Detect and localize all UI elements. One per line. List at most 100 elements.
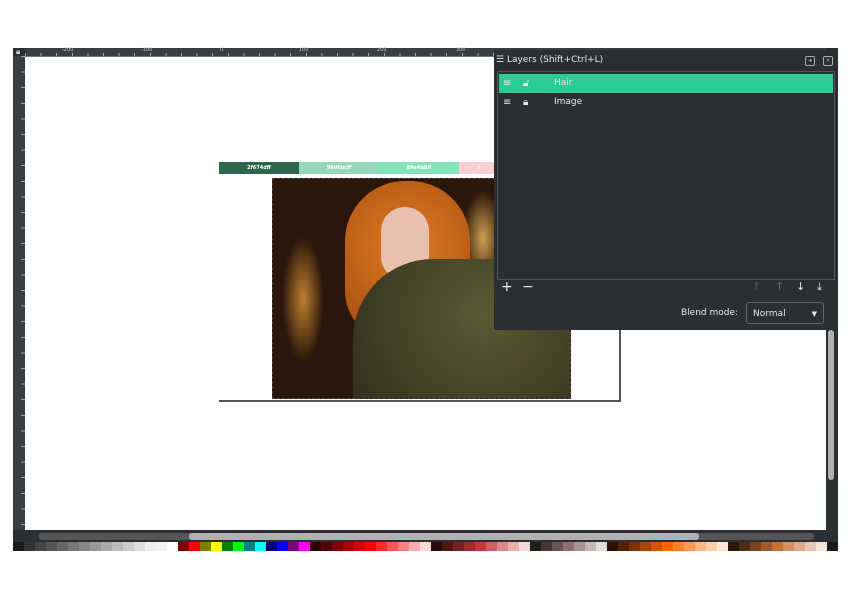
palette-swatch[interactable]: [816, 542, 827, 551]
palette-swatch[interactable]: [750, 542, 761, 551]
palette-swatch[interactable]: [794, 542, 805, 551]
palette-swatch[interactable]: [673, 542, 684, 551]
palette-swatch[interactable]: [321, 542, 332, 551]
palette-swatch[interactable]: [772, 542, 783, 551]
palette-swatch[interactable]: [332, 542, 343, 551]
palette-swatch[interactable]: [112, 542, 123, 551]
palette-swatch[interactable]: [398, 542, 409, 551]
blend-mode-select[interactable]: Normal ▼: [746, 302, 824, 324]
vertical-ruler[interactable]: [13, 56, 25, 530]
palette-swatch[interactable]: [420, 542, 431, 551]
palette-swatch[interactable]: [519, 542, 530, 551]
palette-swatch[interactable]: [101, 542, 112, 551]
layer-row-hair[interactable]: ≡ 🔓︎ Hair: [499, 74, 833, 93]
palette-swatch[interactable]: [442, 542, 453, 551]
palette-swatch[interactable]: [827, 542, 838, 551]
palette-swatch[interactable]: [574, 542, 585, 551]
color-swatch[interactable]: 2f674dff: [219, 162, 299, 174]
palette-swatch[interactable]: [618, 542, 629, 551]
palette-swatch[interactable]: [277, 542, 288, 551]
palette-swatch[interactable]: [706, 542, 717, 551]
palette-swatch[interactable]: [596, 542, 607, 551]
palette-swatch[interactable]: [24, 542, 35, 551]
palette-swatch[interactable]: [497, 542, 508, 551]
palette-swatch[interactable]: [222, 542, 233, 551]
close-icon[interactable]: ×: [823, 56, 833, 66]
palette-swatch[interactable]: [662, 542, 673, 551]
palette-swatch[interactable]: [123, 542, 134, 551]
palette-swatch[interactable]: [288, 542, 299, 551]
palette-swatch[interactable]: [178, 542, 189, 551]
palette-swatch[interactable]: [475, 542, 486, 551]
color-swatch[interactable]: 84e4b8ff: [379, 162, 459, 174]
palette-swatch[interactable]: [57, 542, 68, 551]
palette-swatch[interactable]: [530, 542, 541, 551]
palette-swatch[interactable]: [783, 542, 794, 551]
palette-swatch[interactable]: [266, 542, 277, 551]
palette-swatch[interactable]: [431, 542, 442, 551]
palette-swatch[interactable]: [13, 542, 24, 551]
palette-swatch[interactable]: [695, 542, 706, 551]
palette-swatch[interactable]: [541, 542, 552, 551]
color-swatch[interactable]: f: [459, 162, 499, 174]
palette-swatch[interactable]: [145, 542, 156, 551]
palette-swatch[interactable]: [409, 542, 420, 551]
palette-swatch[interactable]: [46, 542, 57, 551]
color-palette[interactable]: [13, 542, 838, 551]
locked-icon[interactable]: 🔒︎: [523, 93, 528, 112]
palette-swatch[interactable]: [354, 542, 365, 551]
palette-swatch[interactable]: [805, 542, 816, 551]
palette-swatch[interactable]: [211, 542, 222, 551]
palette-swatch[interactable]: [629, 542, 640, 551]
color-swatch[interactable]: 96d6bcff: [299, 162, 379, 174]
horizontal-scrollbar[interactable]: [25, 532, 826, 541]
palette-swatch[interactable]: [728, 542, 739, 551]
palette-swatch[interactable]: [79, 542, 90, 551]
palette-swatch[interactable]: [200, 542, 211, 551]
palette-swatch[interactable]: [35, 542, 46, 551]
palette-swatch[interactable]: [134, 542, 145, 551]
raise-to-top-icon[interactable]: ⤒: [754, 280, 759, 294]
palette-swatch[interactable]: [376, 542, 387, 551]
palette-swatch[interactable]: [387, 542, 398, 551]
vertical-scroll-thumb[interactable]: [828, 330, 834, 480]
palette-swatch[interactable]: [464, 542, 475, 551]
unlocked-icon[interactable]: 🔓︎: [523, 74, 529, 93]
palette-swatch[interactable]: [739, 542, 750, 551]
horizontal-scroll-thumb[interactable]: [189, 533, 699, 540]
palette-swatch[interactable]: [233, 542, 244, 551]
palette-swatch[interactable]: [299, 542, 310, 551]
palette-swatch[interactable]: [156, 542, 167, 551]
palette-swatch[interactable]: [255, 542, 266, 551]
lower-icon[interactable]: ↓: [796, 280, 805, 293]
palette-swatch[interactable]: [90, 542, 101, 551]
vertical-scrollbar[interactable]: [826, 330, 836, 530]
palette-swatch[interactable]: [563, 542, 574, 551]
palette-swatch[interactable]: [640, 542, 651, 551]
palette-swatch[interactable]: [607, 542, 618, 551]
palette-swatch[interactable]: [486, 542, 497, 551]
raise-icon[interactable]: ↑: [775, 280, 784, 293]
visibility-icon[interactable]: ≡: [503, 74, 511, 93]
palette-swatch[interactable]: [189, 542, 200, 551]
add-layer-button[interactable]: +: [501, 279, 513, 295]
palette-swatch[interactable]: [68, 542, 79, 551]
palette-swatch[interactable]: [167, 542, 178, 551]
palette-swatch[interactable]: [343, 542, 354, 551]
layer-name[interactable]: Image: [554, 93, 582, 112]
palette-swatch[interactable]: [552, 542, 563, 551]
remove-layer-button[interactable]: −: [522, 279, 534, 295]
lower-to-bottom-icon[interactable]: ⤓: [817, 280, 822, 294]
palette-swatch[interactable]: [365, 542, 376, 551]
palette-swatch[interactable]: [651, 542, 662, 551]
palette-swatch[interactable]: [310, 542, 321, 551]
palette-swatch[interactable]: [453, 542, 464, 551]
palette-swatch[interactable]: [761, 542, 772, 551]
layer-row-image[interactable]: ≡ 🔒︎ Image: [499, 93, 833, 112]
palette-swatch[interactable]: [244, 542, 255, 551]
palette-swatch[interactable]: [684, 542, 695, 551]
palette-swatch[interactable]: [585, 542, 596, 551]
palette-swatch[interactable]: [717, 542, 728, 551]
dock-icon[interactable]: ◂: [805, 56, 815, 66]
layer-name[interactable]: Hair: [554, 74, 572, 93]
